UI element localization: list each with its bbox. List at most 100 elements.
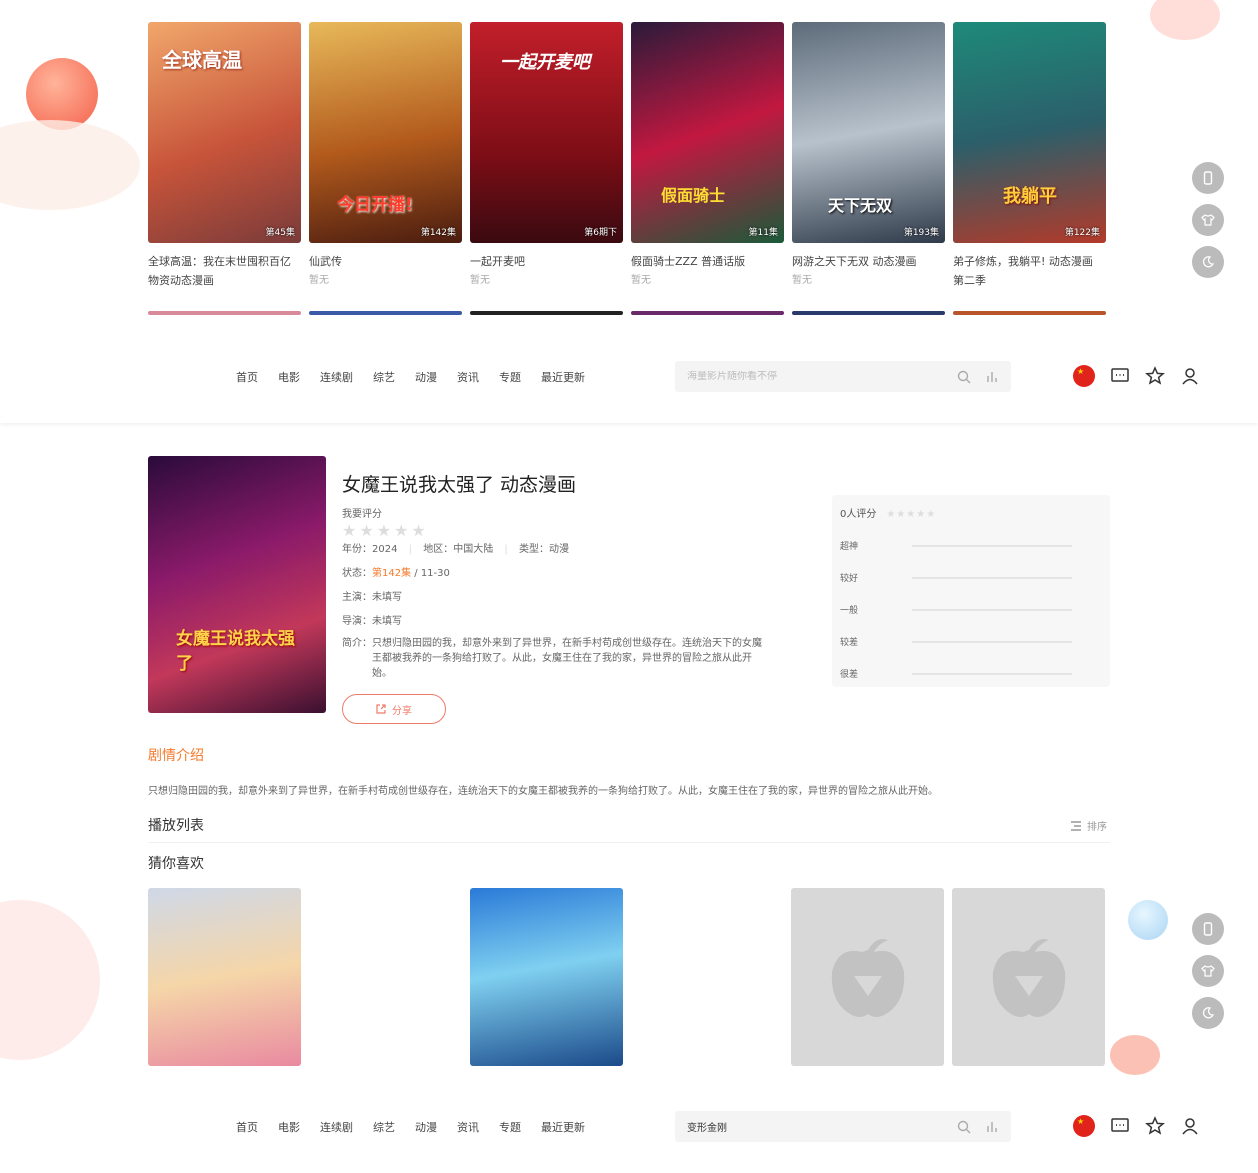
message-icon[interactable]	[1110, 1116, 1130, 1136]
rating-bar	[912, 672, 1072, 675]
card-title[interactable]: 全球高温：我在末世囤积百亿物资动态漫画	[148, 252, 301, 290]
message-icon[interactable]	[1110, 366, 1130, 386]
nav-item-series[interactable]: 连续剧	[320, 369, 353, 385]
rating-row: 一般	[840, 603, 1102, 616]
video-card[interactable]: 假面骑士 第11集 假面骑士ZZZ 普通话版 暂无	[631, 22, 784, 290]
search-input[interactable]	[687, 371, 957, 382]
user-icon[interactable]	[1180, 366, 1200, 386]
poster-image[interactable]: 我躺平 第122集	[953, 22, 1106, 243]
nav-item-recent[interactable]: 最近更新	[541, 369, 585, 385]
video-card[interactable]: 天下无双 第193集 网游之天下无双 动态漫画 暂无	[792, 22, 945, 290]
meta-row: 年份：2024 | 地区：中国大陆 | 类型：动漫	[342, 544, 569, 555]
episode-badge: 第193集	[903, 228, 939, 238]
nav-item-topic[interactable]: 专题	[499, 1119, 521, 1135]
nav-item-variety[interactable]: 综艺	[373, 369, 395, 385]
rating-bar	[912, 544, 1072, 547]
recommend-poster[interactable]	[470, 888, 623, 1066]
nav-item-news[interactable]: 资讯	[457, 1119, 479, 1135]
status-row: 状态：第142集 / 11-30	[342, 568, 450, 579]
video-card[interactable]: 今日开播! 第142集 仙武传 暂无	[309, 22, 462, 290]
search-input[interactable]	[687, 1121, 957, 1132]
next-row-poster-edge	[309, 311, 462, 315]
guess-section-title: 猜你喜欢	[148, 856, 204, 872]
search-icon[interactable]	[957, 370, 971, 384]
app-download-button[interactable]	[1192, 162, 1224, 194]
decor-orb-lower-right	[1110, 1035, 1160, 1075]
user-icon[interactable]	[1180, 1116, 1200, 1136]
episode-badge: 第45集	[265, 228, 295, 238]
recommend-placeholder[interactable]	[791, 888, 944, 1066]
card-subtitle: 暂无	[792, 275, 812, 286]
sort-list-icon	[1071, 820, 1081, 831]
poster-image[interactable]: 天下无双 第193集	[792, 22, 945, 243]
hot-chart-icon[interactable]	[985, 370, 999, 384]
phone-icon	[1203, 922, 1213, 936]
rate-stars[interactable]: ★ ★ ★ ★ ★	[342, 521, 782, 540]
recommend-poster[interactable]	[148, 888, 301, 1066]
rating-row: 较差	[840, 635, 1102, 648]
card-subtitle: 暂无	[470, 275, 490, 286]
nav-item-anime[interactable]: 动漫	[415, 369, 437, 385]
actor-row: 主演：未填写	[342, 592, 402, 603]
nav-item-topic[interactable]: 专题	[499, 369, 521, 385]
recommend-row	[148, 888, 1108, 1066]
nav-item-anime[interactable]: 动漫	[415, 1119, 437, 1135]
nav-item-home[interactable]: 首页	[236, 369, 258, 385]
china-flag-icon[interactable]	[1073, 365, 1095, 387]
nav-item-home[interactable]: 首页	[236, 1119, 258, 1135]
side-float-buttons	[1192, 162, 1224, 278]
poster-image[interactable]: 假面骑士 第11集	[631, 22, 784, 243]
video-card[interactable]: 全球高温 第45集 全球高温：我在末世囤积百亿物资动态漫画	[148, 22, 301, 290]
card-subtitle: 暂无	[309, 275, 329, 286]
share-button[interactable]: 分享	[342, 694, 446, 724]
shirt-icon	[1201, 965, 1215, 977]
skin-button[interactable]	[1192, 955, 1224, 987]
search-box	[675, 361, 1011, 392]
poster-caption: 我躺平	[1003, 186, 1057, 207]
nav-item-news[interactable]: 资讯	[457, 369, 479, 385]
placeholder-logo-icon	[831, 939, 904, 1017]
nav-item-series[interactable]: 连续剧	[320, 1119, 353, 1135]
dark-mode-button[interactable]	[1192, 246, 1224, 278]
site-header: 首页 电影 连续剧 综艺 动漫 资讯 专题 最近更新	[0, 343, 1258, 423]
poster-image[interactable]: 今日开播! 第142集	[309, 22, 462, 243]
recommend-placeholder[interactable]	[952, 888, 1105, 1066]
poster-image[interactable]: 一起开麦吧 第6期下	[470, 22, 623, 243]
header-icons	[1073, 365, 1200, 387]
rating-bar	[912, 576, 1072, 579]
shirt-icon	[1201, 214, 1215, 226]
dark-mode-button[interactable]	[1192, 997, 1224, 1029]
decor-swirl-left	[0, 120, 140, 210]
sort-button[interactable]: 排序	[1070, 818, 1107, 833]
poster-image[interactable]: 全球高温 第45集	[148, 22, 301, 243]
rating-row: 较好	[840, 571, 1102, 584]
top-card-row: 全球高温 第45集 全球高温：我在末世囤积百亿物资动态漫画 今日开播! 第142…	[148, 22, 1106, 290]
next-row-poster-edge	[470, 311, 623, 315]
video-card[interactable]: 我躺平 第122集 弟子修炼，我躺平! 动态漫画 第二季	[953, 22, 1106, 290]
search-box	[675, 1111, 1011, 1142]
card-title[interactable]: 弟子修炼，我躺平! 动态漫画 第二季	[953, 252, 1106, 290]
rate-label: 我要评分	[342, 509, 382, 520]
main-nav: 首页 电影 连续剧 综艺 动漫 资讯 专题 最近更新	[236, 1119, 585, 1135]
decor-bubble-right	[1128, 900, 1168, 940]
video-card[interactable]: 一起开麦吧 第6期下 一起开麦吧 暂无	[470, 22, 623, 290]
app-download-button[interactable]	[1192, 913, 1224, 945]
next-row-poster-edge	[631, 311, 784, 315]
detail-info: 女魔王说我太强了 动态漫画 我要评分 ★ ★ ★ ★ ★ 年份：2024 | 地区：中国…	[342, 470, 782, 681]
decor-orb-lower-left	[0, 900, 100, 1060]
nav-item-variety[interactable]: 综艺	[373, 1119, 395, 1135]
intro-row: 简介： 只想归隐田园的我，却意外来到了异世界，在新手村苟成创世级存在。连统治天下…	[342, 638, 762, 679]
nav-item-movie[interactable]: 电影	[278, 1119, 300, 1135]
rating-bar	[912, 640, 1072, 643]
poster-caption: 假面骑士	[661, 186, 726, 205]
nav-item-movie[interactable]: 电影	[278, 369, 300, 385]
star-icon[interactable]	[1145, 1116, 1165, 1136]
nav-item-recent[interactable]: 最近更新	[541, 1119, 585, 1135]
china-flag-icon[interactable]	[1073, 1115, 1095, 1137]
side-float-buttons	[1192, 913, 1224, 1029]
star-icon[interactable]	[1145, 366, 1165, 386]
hot-chart-icon[interactable]	[985, 1120, 999, 1134]
share-icon	[376, 704, 386, 714]
search-icon[interactable]	[957, 1120, 971, 1134]
skin-button[interactable]	[1192, 204, 1224, 236]
